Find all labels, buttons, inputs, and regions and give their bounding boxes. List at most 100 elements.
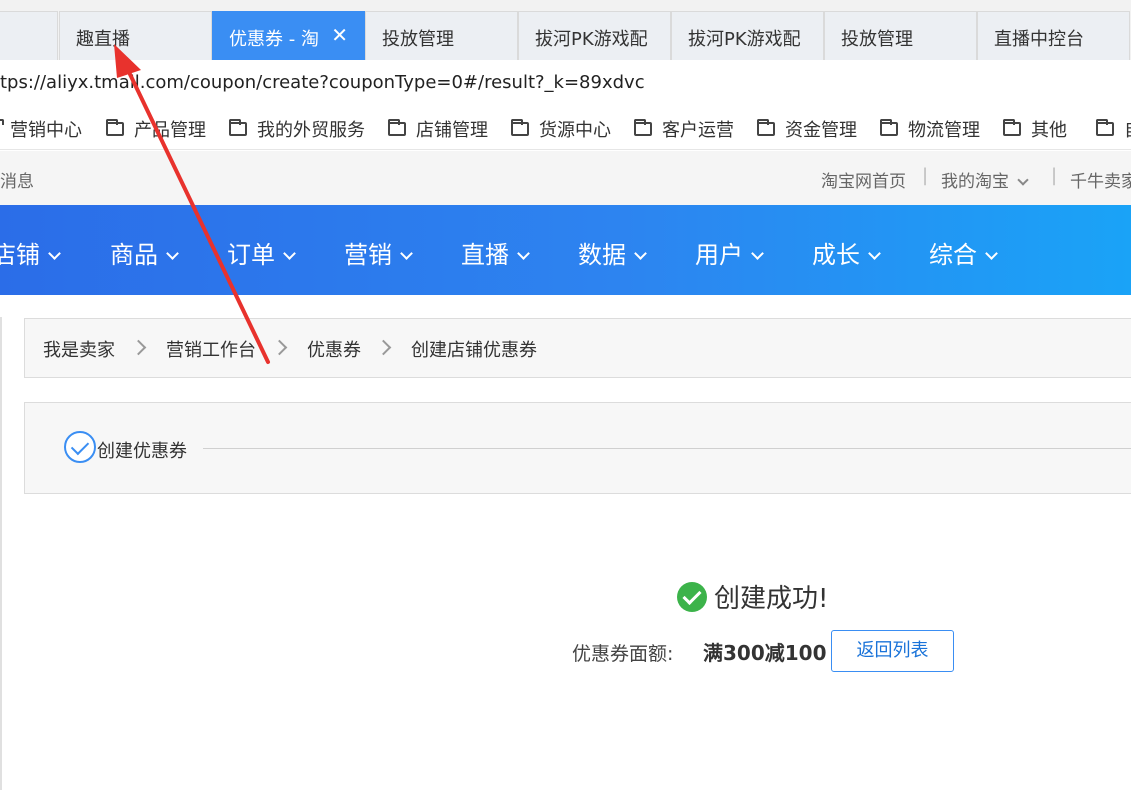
face-value-label: 优惠券面额: [572, 643, 674, 665]
taobao-home-link[interactable]: 淘宝网首页 [821, 167, 906, 192]
bookmark-other[interactable]: 其他 [1003, 116, 1067, 142]
nav-comprehensive[interactable]: 综合 [929, 235, 998, 270]
bookmark-supply-center[interactable]: 货源中心 [511, 116, 611, 142]
divider: | [922, 165, 929, 186]
browser-tab-strip: 趣直播 优惠券 - 淘 ✕ 投放管理 拔河PK游戏配 拔河PK游戏配 投放管理 … [0, 0, 1131, 60]
breadcrumb-marketing-workbench[interactable]: 营销工作台 [166, 336, 256, 362]
progress-steps: 创建优惠券 [24, 402, 1131, 494]
page-content: 我是卖家 营销工作台 优惠券 创建店铺优惠券 创建优惠券 创建成功! 优惠券面额… [0, 295, 1131, 790]
bookmark-marketing-center[interactable]: 营销中心 [0, 116, 82, 142]
nav-store[interactable]: 店铺 [0, 235, 61, 270]
qianniu-seller-link[interactable]: 千牛卖家 [1070, 167, 1131, 192]
seller-top-bar: 消息 淘宝网首页 | 我的淘宝 | 千牛卖家 [0, 151, 1131, 205]
nav-label: 用户 [695, 241, 743, 269]
chevron-right-icon [130, 339, 147, 356]
bookmark-label: 客户运营 [662, 120, 734, 141]
chevron-right-icon [271, 339, 288, 356]
tab-label: 趣直播 [76, 29, 130, 50]
tab-delivery-management-2[interactable]: 投放管理 [824, 11, 977, 60]
address-bar: tps://aliyx.tmall.com/coupon/create?coup… [0, 60, 1131, 106]
nav-label: 店铺 [0, 241, 40, 269]
bookmark-label: 产品管理 [134, 120, 206, 141]
breadcrumb-create-store-coupon: 创建店铺优惠券 [411, 340, 537, 361]
divider: | [1051, 165, 1058, 186]
url-field[interactable]: tps://aliyx.tmall.com/coupon/create?coup… [0, 72, 645, 93]
chevron-down-icon [868, 247, 881, 260]
nav-label: 直播 [461, 241, 509, 269]
folder-icon [757, 119, 775, 136]
main-navigation: 店铺 商品 订单 营销 直播 数据 用户 成长 综合 [0, 205, 1131, 295]
nav-label: 营销 [344, 241, 392, 269]
check-circle-icon [64, 431, 96, 463]
tab-partial[interactable] [0, 11, 58, 60]
chevron-down-icon [283, 247, 296, 260]
tab-pk-game-2[interactable]: 拔河PK游戏配 [671, 11, 824, 60]
nav-data[interactable]: 数据 [578, 235, 647, 270]
tab-delivery-management[interactable]: 投放管理 [365, 11, 518, 60]
nav-label: 商品 [110, 241, 158, 269]
tab-label: 直播中控台 [994, 29, 1084, 50]
folder-icon [229, 119, 247, 136]
chevron-down-icon [400, 247, 413, 260]
my-taobao-label: 我的淘宝 [941, 172, 1009, 192]
nav-label: 订单 [227, 241, 275, 269]
nav-users[interactable]: 用户 [695, 235, 764, 270]
bookmark-label: 营销中心 [10, 120, 82, 141]
chevron-down-icon [634, 247, 647, 260]
tab-quzhibo[interactable]: 趣直播 [59, 11, 212, 60]
bookmark-label: 资金管理 [785, 120, 857, 141]
step-connector [203, 448, 1131, 449]
nav-label: 综合 [929, 241, 977, 269]
tab-label: 投放管理 [382, 29, 454, 50]
bookmark-customer-ops[interactable]: 客户运营 [634, 116, 734, 142]
folder-icon [106, 119, 124, 136]
tab-label: 拔河PK游戏配 [535, 29, 648, 50]
bookmark-label: 货源中心 [539, 120, 611, 141]
folder-icon [634, 119, 652, 136]
tab-pk-game-1[interactable]: 拔河PK游戏配 [518, 11, 671, 60]
breadcrumb-coupon[interactable]: 优惠券 [307, 336, 361, 362]
breadcrumb: 我是卖家 营销工作台 优惠券 创建店铺优惠券 [24, 318, 1131, 378]
nav-live[interactable]: 直播 [461, 235, 530, 270]
bookmark-label: 我的外贸服务 [257, 120, 365, 141]
folder-icon [388, 119, 406, 136]
breadcrumb-seller[interactable]: 我是卖家 [43, 336, 115, 362]
bookmark-store-management[interactable]: 店铺管理 [388, 116, 488, 142]
divider [0, 317, 2, 790]
bookmark-label: 物流管理 [908, 120, 980, 141]
return-to-list-button[interactable]: 返回列表 [831, 630, 954, 672]
nav-label: 成长 [812, 241, 860, 269]
success-title: 创建成功! [714, 584, 829, 614]
folder-icon [880, 119, 898, 136]
tab-coupon-active[interactable]: 优惠券 - 淘 ✕ [212, 11, 365, 60]
bookmark-label: 自 [1124, 120, 1131, 141]
nav-growth[interactable]: 成长 [812, 235, 881, 270]
tab-label: 优惠券 - 淘 [229, 29, 319, 50]
nav-marketing[interactable]: 营销 [344, 235, 413, 270]
bookmarks-bar: 营销中心 产品管理 我的外贸服务 店铺管理 货源中心 客户运营 资金管理 物流管… [0, 106, 1131, 150]
nav-label: 数据 [578, 241, 626, 269]
tab-live-console[interactable]: 直播中控台 [977, 11, 1130, 60]
bookmark-label: 其他 [1031, 120, 1067, 141]
folder-icon [1096, 119, 1114, 136]
bookmark-foreign-trade[interactable]: 我的外贸服务 [229, 116, 365, 142]
my-taobao-link[interactable]: 我的淘宝 [941, 167, 1029, 192]
nav-products[interactable]: 商品 [110, 235, 179, 270]
bookmark-partial[interactable]: 自 [1096, 116, 1131, 142]
bookmark-product-management[interactable]: 产品管理 [106, 116, 206, 142]
folder-icon [511, 119, 529, 136]
face-value: 满300减100 [703, 641, 827, 665]
tab-label: 拔河PK游戏配 [688, 29, 801, 50]
bookmark-funds[interactable]: 资金管理 [757, 116, 857, 142]
bookmark-logistics[interactable]: 物流管理 [880, 116, 980, 142]
nav-orders[interactable]: 订单 [227, 235, 296, 270]
chevron-down-icon [985, 247, 998, 260]
chevron-down-icon [48, 247, 61, 260]
tab-label: 投放管理 [841, 29, 913, 50]
messages-link[interactable]: 消息 [0, 167, 34, 192]
chevron-down-icon [1017, 174, 1029, 186]
success-message: 创建成功! [677, 577, 828, 615]
close-icon[interactable]: ✕ [331, 23, 348, 47]
chevron-down-icon [751, 247, 764, 260]
chevron-down-icon [517, 247, 530, 260]
